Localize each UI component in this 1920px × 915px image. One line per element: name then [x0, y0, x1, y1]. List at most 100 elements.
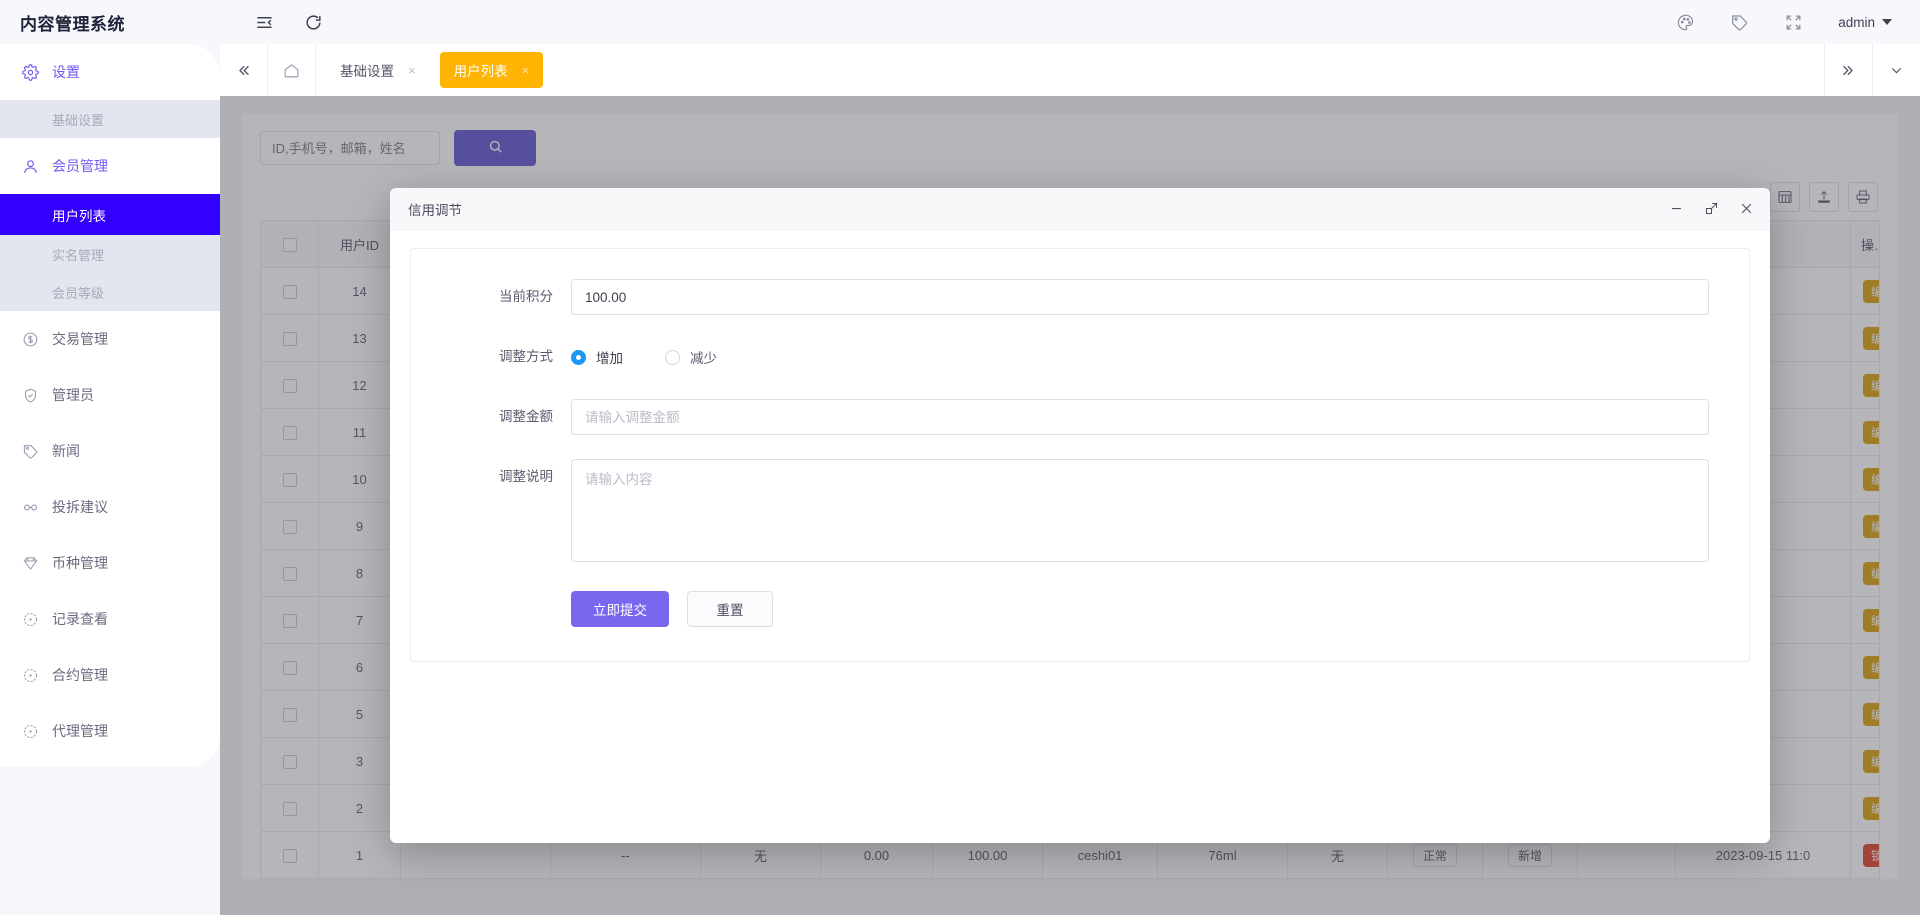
current-points-input[interactable]	[571, 279, 1709, 315]
tab-label: 用户列表	[454, 60, 508, 80]
tabbar: 基础设置 × 用户列表 ×	[220, 44, 1920, 96]
refresh-icon[interactable]	[304, 13, 323, 32]
adjust-amount-label: 调整金额	[411, 399, 571, 435]
sidebar-item-settings[interactable]: 设置	[0, 44, 220, 100]
radio-increase[interactable]: 增加	[571, 347, 623, 367]
refresh-circle-icon	[20, 609, 40, 629]
sidebar: 内容管理系统 设置 基础设置 会员管理	[0, 0, 220, 915]
user-icon	[20, 156, 40, 176]
link-icon	[20, 497, 40, 517]
credit-adjustment-form: 当前积分 调整方式 增加	[410, 248, 1750, 662]
fullscreen-icon[interactable]	[1784, 13, 1803, 32]
submit-button[interactable]: 立即提交	[571, 591, 669, 627]
tag-icon	[20, 441, 40, 461]
sidebar-subitem-member-level[interactable]: 会员等级	[0, 273, 220, 311]
sidebar-subgroup-settings: 基础设置	[0, 100, 220, 138]
adjust-note-control	[571, 459, 1709, 567]
radio-label: 减少	[690, 347, 717, 367]
field-adjust-amount: 调整金额	[411, 399, 1709, 435]
shield-check-icon	[20, 385, 40, 405]
radio-decrease[interactable]: 减少	[665, 347, 717, 367]
sidebar-subitem-basic-settings[interactable]: 基础设置	[0, 100, 220, 138]
credit-adjustment-dialog: 信用调节 当前积分	[390, 188, 1770, 843]
adjust-note-textarea[interactable]	[571, 459, 1709, 562]
sidebar-item-label: 新闻	[52, 441, 80, 461]
dialog-header: 信用调节	[390, 188, 1770, 230]
tag-icon[interactable]	[1730, 13, 1749, 32]
close-icon[interactable]: ×	[522, 63, 530, 78]
tab-user-list[interactable]: 用户列表 ×	[440, 52, 544, 88]
gear-icon	[20, 62, 40, 82]
sidebar-item-label: 管理员	[52, 385, 94, 405]
sidebar-item-label: 代理管理	[52, 721, 108, 741]
sidebar-subitem-label: 基础设置	[52, 110, 104, 129]
sidebar-item-news[interactable]: 新闻	[0, 423, 220, 479]
adjust-method-label: 调整方式	[411, 339, 571, 375]
maximize-icon[interactable]	[1704, 201, 1719, 216]
tab-basic-settings[interactable]: 基础设置 ×	[326, 52, 430, 88]
sidebar-item-label: 投拆建议	[52, 497, 108, 517]
field-adjust-method: 调整方式 增加 减少	[411, 339, 1709, 375]
sidebar-item-contract-management[interactable]: 合约管理	[0, 647, 220, 703]
sidebar-subitem-label: 用户列表	[52, 205, 106, 225]
home-icon[interactable]	[268, 44, 316, 96]
app-title: 内容管理系统	[0, 0, 220, 44]
dialog-body: 当前积分 调整方式 增加	[390, 230, 1770, 680]
refresh-circle-icon	[20, 721, 40, 741]
reset-button[interactable]: 重置	[687, 591, 773, 627]
sidebar-item-label: 设置	[52, 62, 80, 82]
close-icon[interactable]: ×	[408, 63, 416, 78]
user-menu[interactable]: admin	[1838, 15, 1892, 30]
dollar-circle-icon	[20, 329, 40, 349]
sidebar-item-trade-management[interactable]: 交易管理	[0, 311, 220, 367]
button-row: 立即提交 重置	[571, 591, 1709, 627]
refresh-circle-icon	[20, 665, 40, 685]
radio-group: 增加 减少	[571, 339, 1709, 375]
sidebar-item-administrator[interactable]: 管理员	[0, 367, 220, 423]
user-name: admin	[1838, 15, 1875, 30]
radio-selected-icon	[571, 350, 586, 365]
sidebar-subitem-realname[interactable]: 实名管理	[0, 235, 220, 273]
sidebar-nav: 设置 基础设置 会员管理 用户列表 实名管理	[0, 44, 220, 767]
sidebar-item-member-management[interactable]: 会员管理	[0, 138, 220, 194]
sidebar-subitem-user-list[interactable]: 用户列表	[0, 194, 220, 235]
adjust-note-label: 调整说明	[411, 459, 571, 495]
sidebar-item-currency-management[interactable]: 币种管理	[0, 535, 220, 591]
topbar-right: admin	[1676, 13, 1920, 32]
adjust-amount-control	[571, 399, 1709, 435]
radio-label: 增加	[596, 347, 623, 367]
app-root: 内容管理系统 设置 基础设置 会员管理	[0, 0, 1920, 915]
topbar: admin	[220, 0, 1920, 44]
sidebar-subitem-label: 会员等级	[52, 283, 104, 302]
sidebar-subgroup-member: 用户列表 实名管理 会员等级	[0, 194, 220, 311]
tabbar-right-controls	[1824, 44, 1920, 96]
dialog-title: 信用调节	[408, 199, 462, 219]
current-points-control	[571, 279, 1709, 315]
minimize-icon[interactable]	[1669, 201, 1684, 216]
double-chevron-left-icon[interactable]	[220, 44, 268, 96]
current-points-label: 当前积分	[411, 279, 571, 315]
sidebar-item-label: 合约管理	[52, 665, 108, 685]
sidebar-item-label: 币种管理	[52, 553, 108, 573]
diamond-icon	[20, 553, 40, 573]
adjust-amount-input[interactable]	[571, 399, 1709, 435]
sidebar-item-label: 交易管理	[52, 329, 108, 349]
field-current-points: 当前积分	[411, 279, 1709, 315]
topbar-left	[220, 13, 323, 32]
close-icon[interactable]	[1739, 201, 1754, 216]
radio-unselected-icon	[665, 350, 680, 365]
sidebar-item-record-view[interactable]: 记录查看	[0, 591, 220, 647]
chevron-down-icon[interactable]	[1872, 44, 1920, 96]
form-actions: 立即提交 重置	[571, 591, 1709, 627]
dialog-window-controls	[1669, 201, 1754, 216]
double-chevron-right-icon[interactable]	[1824, 44, 1872, 96]
palette-icon[interactable]	[1676, 13, 1695, 32]
tab-label: 基础设置	[340, 60, 394, 80]
field-adjust-note: 调整说明	[411, 459, 1709, 567]
menu-fold-icon[interactable]	[255, 13, 274, 32]
sidebar-item-complaints[interactable]: 投拆建议	[0, 479, 220, 535]
sidebar-item-agent-management[interactable]: 代理管理	[0, 703, 220, 759]
form-actions-row: 立即提交 重置	[411, 591, 1709, 627]
sidebar-item-label: 记录查看	[52, 609, 108, 629]
chevron-down-icon	[1882, 19, 1892, 25]
